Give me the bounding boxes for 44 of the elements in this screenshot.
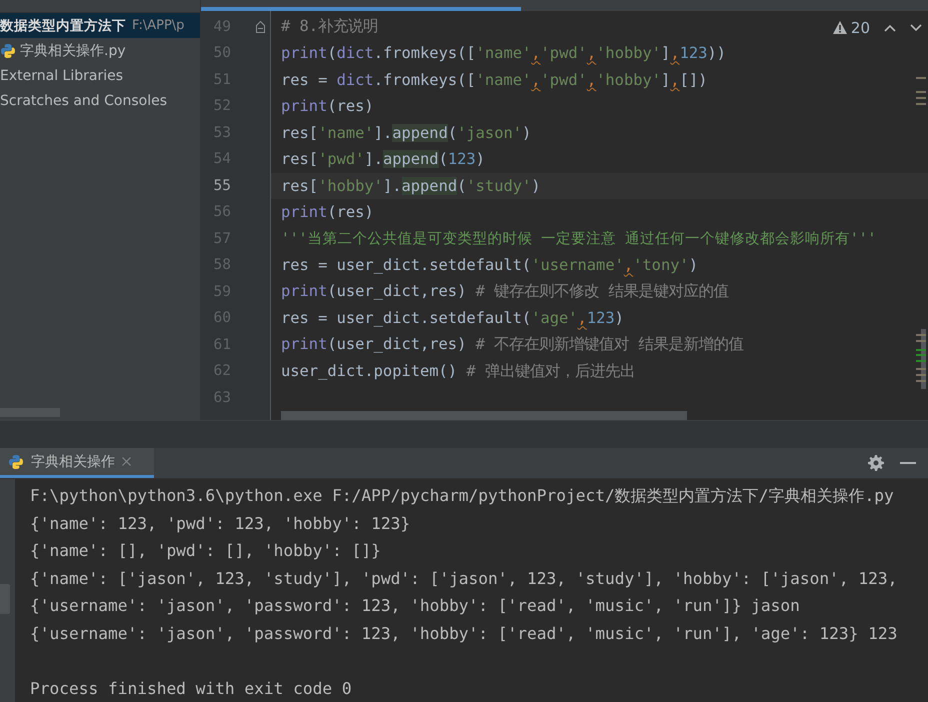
code-line: '''当第二个公共值是可变类型的时候 一定要注意 通过任何一个键修改都会影响所有''' xyxy=(281,229,876,248)
run-tab[interactable]: 字典相关操作 xyxy=(0,448,154,478)
output-line: Process finished with exit code 0 xyxy=(30,678,353,700)
item-label: 字典相关操作.py xyxy=(20,42,126,60)
code-line: print(dict.fromkeys(['name','pwd','hobby'],123)) xyxy=(281,44,726,62)
scrollbar-thumb[interactable] xyxy=(281,411,687,420)
output-line: F:\python\python3.6\python.exe F:/APP/pycharm/pythonProject/数据类型内置方法下/字典相关操作.py xyxy=(30,485,895,507)
code-line: print(res) xyxy=(281,203,374,222)
warning-count[interactable]: 20 xyxy=(832,18,870,36)
code-line: res = dict.fromkeys(['name','pwd','hobby'],[]) xyxy=(281,70,708,89)
output-line: {'name': ['jason', 123, 'study'], 'pwd': ['jason', 123, 'study'], 'hobby': ['jason', 123, xyxy=(30,568,898,590)
item-label: 数据类型内置方法下 xyxy=(0,16,126,34)
item-label: External Libraries xyxy=(0,68,123,84)
project-tree-item[interactable]: Scratches and Consoles xyxy=(0,88,200,113)
code-line: res['name'].append('jason') xyxy=(281,124,532,142)
project-tree-item[interactable]: 数据类型内置方法下 F:\APP\p xyxy=(0,13,200,38)
settings-icon[interactable] xyxy=(868,455,884,471)
item-label: Scratches and Consoles xyxy=(0,92,167,108)
item-path: F:\APP\p xyxy=(132,18,184,33)
output-line: {'name': [], 'pwd': [], 'hobby': []} xyxy=(30,540,382,562)
code-line: res = user_dict.setdefault('username','tony') xyxy=(281,256,698,274)
project-tree-item[interactable]: External Libraries xyxy=(0,63,200,88)
warning-count-text: 20 xyxy=(850,18,870,36)
output-line: {'username': 'jason', 'password': 123, 'hobby': ['read', 'music', 'run']} jason xyxy=(30,595,801,617)
previous-icon[interactable] xyxy=(884,24,896,32)
splitter-bar[interactable] xyxy=(0,420,928,448)
python-file-icon xyxy=(0,42,16,58)
code-line: res['hobby'].append('study') xyxy=(281,176,541,195)
line-number: 55 xyxy=(212,178,231,194)
code-line: res = user_dict.setdefault('age',123) xyxy=(281,309,624,328)
output-line: {'username': 'jason', 'password': 123, 'hobby': ['read', 'music', 'run'], 'age': 123} 123 xyxy=(30,622,898,644)
code-line: res['pwd'].append(123) xyxy=(281,150,485,168)
code-line: print(user_dict,res) # 键存在则不修改 结果是键对应的值 xyxy=(281,281,728,302)
project-tree-item[interactable]: 字典相关操作.py xyxy=(0,38,200,63)
code-line: user_dict.popitem() # 弹出键值对，后进先出 xyxy=(281,360,635,382)
python-file-icon xyxy=(8,454,24,470)
next-icon[interactable] xyxy=(910,24,922,32)
output-line: {'name': 123, 'pwd': 123, 'hobby': 123} xyxy=(30,512,412,534)
code-line: # 8.补充说明 xyxy=(281,16,378,38)
code-line: print(user_dict,res) # 不存在则新增键值对 结果是新增的值 xyxy=(281,334,744,356)
fold-icon[interactable] xyxy=(256,20,265,33)
code-line: print(res) xyxy=(281,97,374,116)
warning-icon xyxy=(832,21,847,34)
close-icon[interactable] xyxy=(122,457,131,466)
